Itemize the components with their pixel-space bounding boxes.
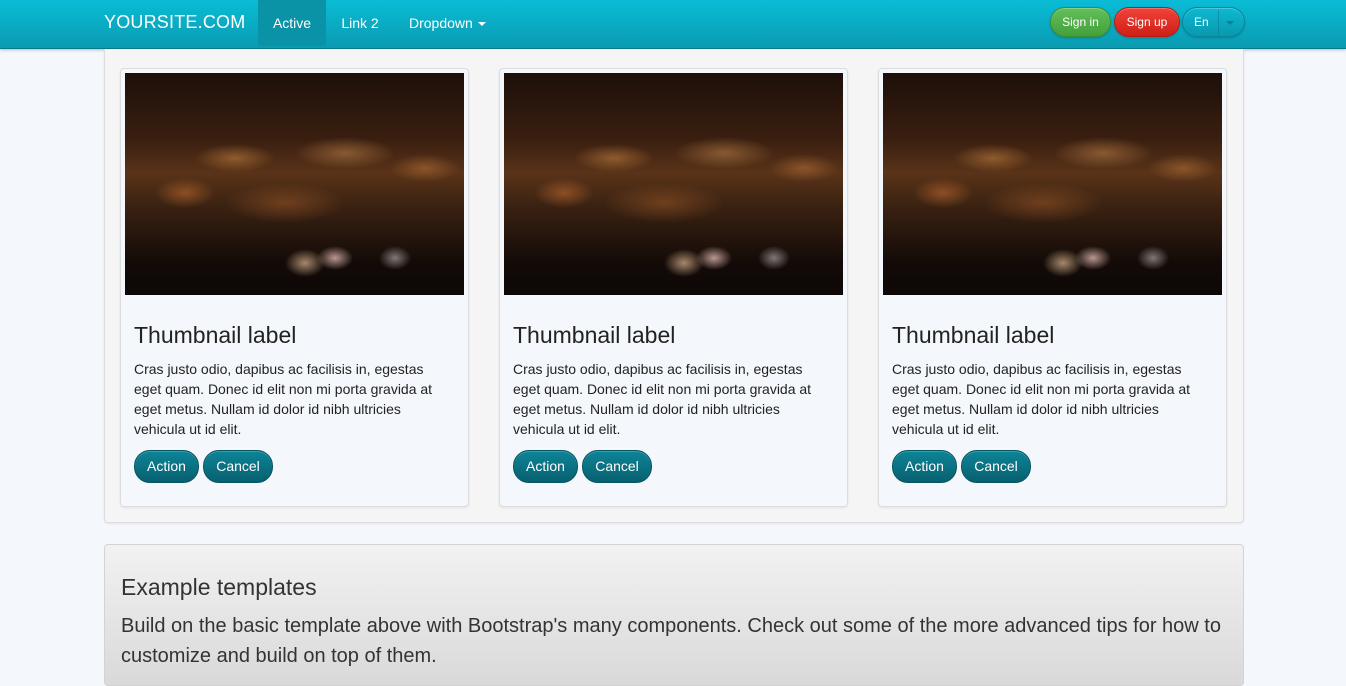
action-button[interactable]: Action: [892, 450, 957, 483]
divider: [1218, 10, 1219, 34]
navbar: YOURSITE.COM Active Link 2 Dropdown Sign…: [0, 0, 1346, 49]
nav-item-label: Active: [272, 15, 312, 31]
thumbnail-card: Thumbnail label Cras justo odio, dapibus…: [120, 68, 469, 507]
sign-in-button[interactable]: Sign in: [1050, 7, 1111, 37]
thumbnail-card: Thumbnail label Cras justo odio, dapibus…: [499, 68, 848, 507]
thumbnail-image: [883, 73, 1222, 295]
nav-item-label: Dropdown: [409, 15, 473, 31]
sign-up-button[interactable]: Sign up: [1114, 7, 1180, 37]
nav-item-dropdown[interactable]: Dropdown: [409, 0, 489, 46]
nav-item-active[interactable]: Active: [258, 0, 326, 46]
cancel-button[interactable]: Cancel: [203, 450, 273, 483]
nav-item-link-2[interactable]: Link 2: [340, 0, 380, 46]
jumbotron: Example templates Build on the basic tem…: [104, 544, 1244, 686]
thumbnail-title: Thumbnail label: [513, 322, 676, 348]
language-label: En: [1194, 15, 1209, 29]
language-selector[interactable]: En: [1182, 7, 1245, 37]
brand-logo[interactable]: YOURSITE.COM: [104, 12, 245, 33]
thumbnail-text: Cras justo odio, dapibus ac facilisis in…: [134, 361, 433, 437]
cancel-button[interactable]: Cancel: [582, 450, 652, 483]
thumbnail-title: Thumbnail label: [892, 322, 1055, 348]
action-button[interactable]: Action: [134, 450, 199, 483]
jumbotron-text: Build on the basic template above with B…: [121, 615, 1221, 667]
thumbnail-title: Thumbnail label: [134, 322, 297, 348]
action-button[interactable]: Action: [513, 450, 578, 483]
caret-down-icon[interactable]: [1226, 21, 1234, 25]
jumbotron-title: Example templates: [121, 574, 317, 600]
caret-down-icon: [477, 22, 486, 27]
thumbnail-text: Cras justo odio, dapibus ac facilisis in…: [513, 361, 812, 437]
thumbnail-image: [125, 73, 464, 295]
cancel-button[interactable]: Cancel: [961, 450, 1031, 483]
thumbnail-image: [504, 73, 843, 295]
thumbnail-card: Thumbnail label Cras justo odio, dapibus…: [878, 68, 1227, 507]
nav-item-label: Link 2: [341, 15, 379, 31]
thumbnails-panel: Thumbnail label Cras justo odio, dapibus…: [104, 49, 1244, 523]
thumbnail-text: Cras justo odio, dapibus ac facilisis in…: [892, 361, 1191, 437]
